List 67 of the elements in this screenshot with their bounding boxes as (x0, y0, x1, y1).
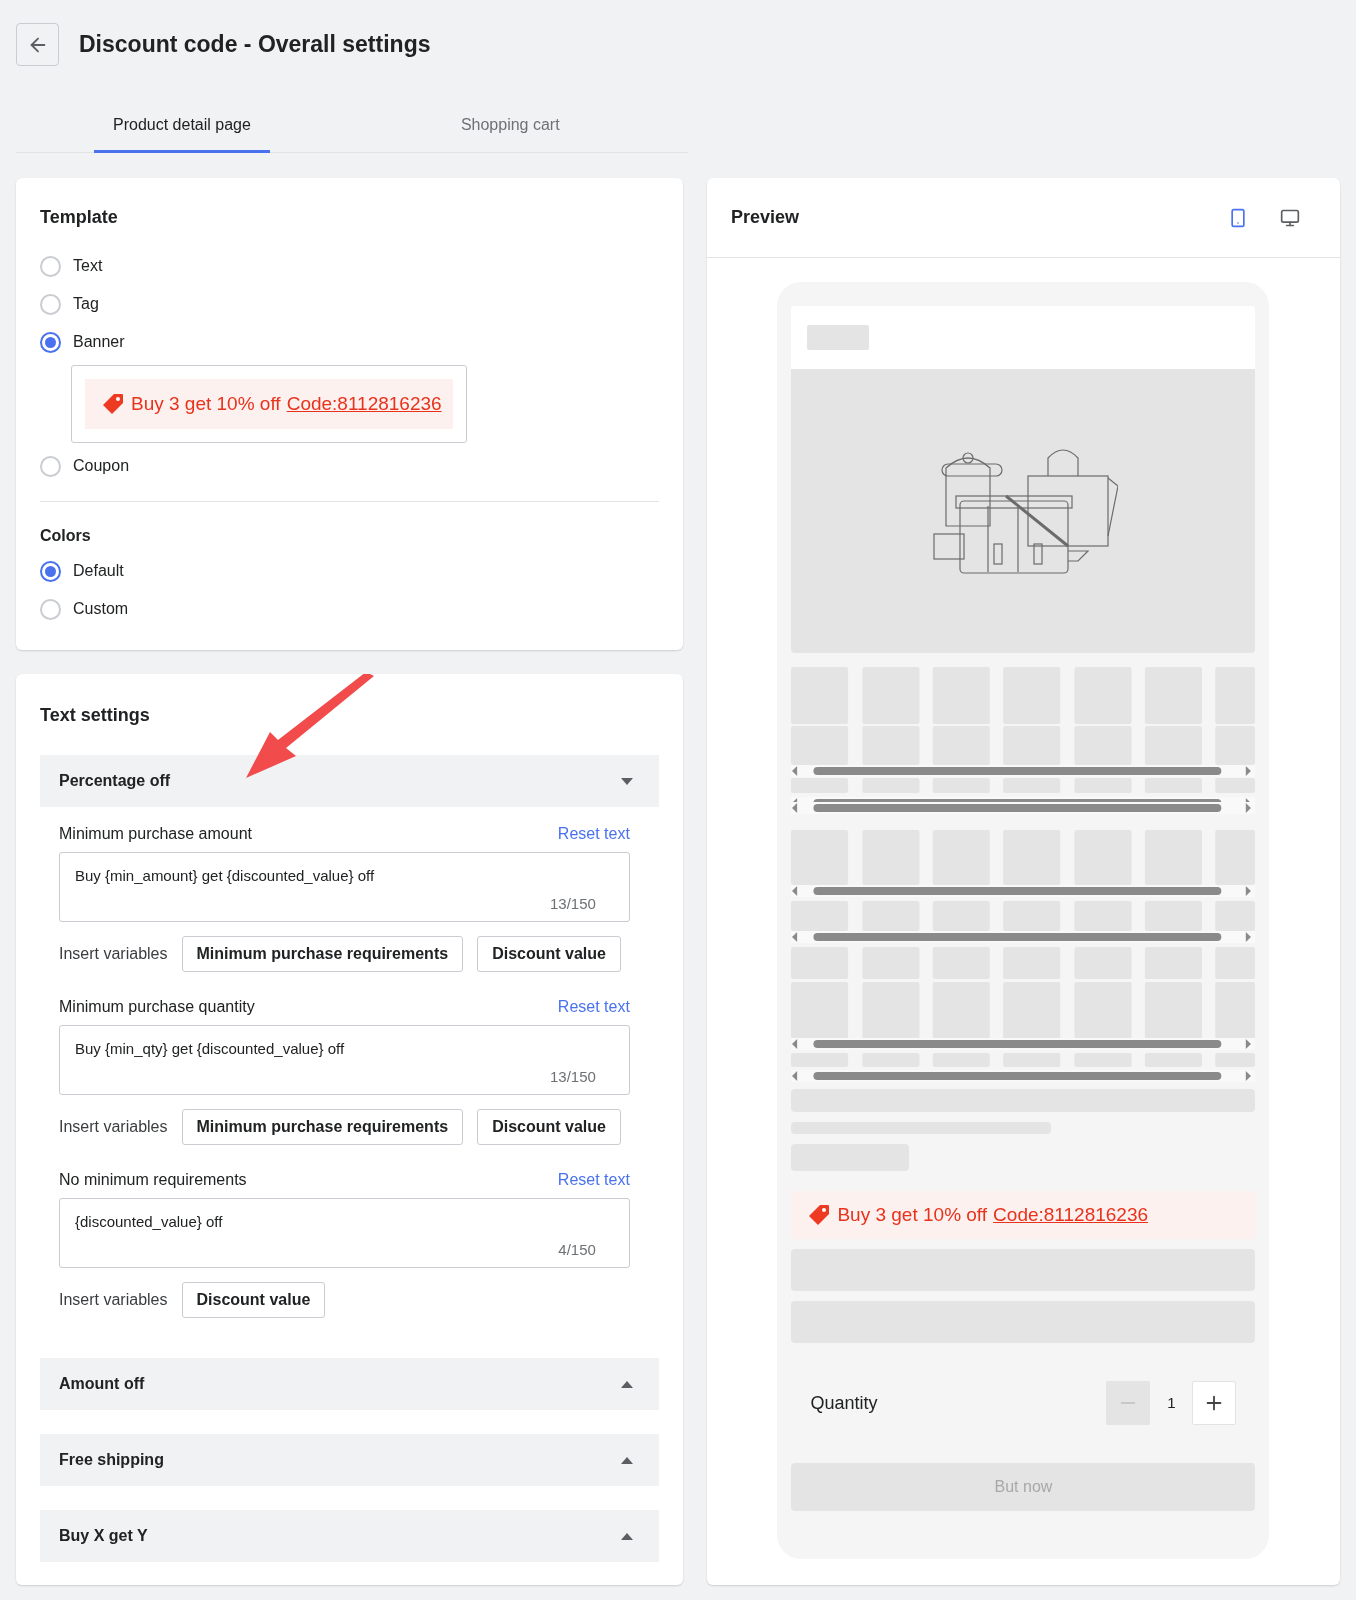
character-counter: 13/150 (550, 893, 597, 914)
banner-text: Buy 3 get 10% off (131, 391, 281, 416)
radio-label: Tag (73, 294, 99, 314)
tab[interactable]: Shopping cart (441, 100, 579, 153)
section-title: Free shipping (59, 1450, 164, 1470)
accordion-header[interactable]: Buy X get Y (40, 1510, 659, 1562)
tag-icon (101, 392, 125, 416)
insert-variables-label: Insert variables (59, 1117, 168, 1137)
variable-button[interactable]: Minimum purchase requirements (181, 936, 464, 972)
monitor-icon (1280, 207, 1300, 228)
code-link[interactable]: Code:8112816236 (286, 389, 442, 419)
radio-label: Text (73, 256, 103, 276)
reset-text-link[interactable]: Reset text (557, 1168, 630, 1192)
section-title: Percentage off (59, 771, 171, 791)
text-area[interactable]: Buy {min_amount} get {discounted_value} off 13/150 (59, 852, 630, 922)
insert-variables-label: Insert variables (59, 1290, 168, 1310)
radio-button[interactable] (40, 293, 61, 315)
accordion-header[interactable]: Free shipping (40, 1434, 659, 1486)
variable-button[interactable]: Discount value (181, 1282, 326, 1318)
variable-button[interactable]: Minimum purchase requirements (181, 1109, 464, 1145)
caret-up-icon (620, 1456, 633, 1464)
text-area[interactable]: Buy {min_qty} get {discounted_value} off 13/150 (59, 1025, 630, 1095)
code-link[interactable]: Code:8112816236 (993, 1200, 1149, 1230)
card-title: Text settings (40, 704, 151, 727)
tag-icon (807, 1203, 832, 1227)
tab[interactable]: Product detail page (94, 100, 270, 153)
card-title: Template (40, 206, 119, 229)
variable-button[interactable]: Discount value (477, 936, 621, 972)
insert-variables-label: Insert variables (59, 944, 168, 964)
caret-up-icon (620, 1532, 633, 1540)
radio-label: Banner (73, 332, 125, 352)
quantity-label: Quantity (810, 1391, 878, 1415)
text-area-value: Buy {min_amount} get {discounted_value} off (75, 866, 376, 886)
text-area-value: Buy {min_qty} get {discounted_value} off (75, 1039, 346, 1059)
phone-icon (1228, 207, 1248, 228)
field-label: Minimum purchase amount (59, 824, 252, 844)
variable-button[interactable]: Discount value (477, 1109, 621, 1145)
radio-button[interactable] (40, 331, 61, 353)
section-title: Buy X get Y (59, 1526, 148, 1546)
radio-button[interactable] (40, 255, 61, 277)
radio-button[interactable] (40, 455, 61, 477)
increase-button[interactable] (1192, 1381, 1237, 1425)
logo-placeholder (807, 325, 870, 350)
radio-label: Default (73, 561, 124, 581)
caret-up-icon (620, 1380, 633, 1388)
text-area[interactable]: {discounted_value} off 4/150 (59, 1198, 630, 1268)
banner-text: Buy 3 get 10% off (837, 1202, 988, 1227)
accordion-header[interactable]: Percentage off (40, 755, 659, 807)
radio-button[interactable] (40, 598, 61, 620)
radio-label: Custom (73, 599, 129, 619)
character-counter: 13/150 (550, 1066, 597, 1087)
colors-title: Colors (40, 526, 92, 546)
preview-title: Preview (730, 206, 799, 229)
reset-text-link[interactable]: Reset text (557, 995, 630, 1019)
field-label: No minimum requirements (59, 1170, 247, 1190)
reset-text-link[interactable]: Reset text (557, 822, 630, 846)
character-counter: 4/150 (558, 1239, 597, 1260)
accordion-header[interactable]: Amount off (40, 1358, 659, 1410)
text-area-value: {discounted_value} off (75, 1212, 224, 1232)
field-label: Minimum purchase quantity (59, 997, 255, 1017)
caret-down-icon (620, 777, 633, 785)
quantity-value: 1 (1166, 1392, 1177, 1413)
radio-button[interactable] (40, 560, 61, 582)
radio-label: Coupon (73, 456, 130, 476)
page-title: Discount code - Overall settings (79, 30, 431, 60)
section-title: Amount off (59, 1374, 145, 1394)
back-button[interactable] (16, 23, 59, 66)
